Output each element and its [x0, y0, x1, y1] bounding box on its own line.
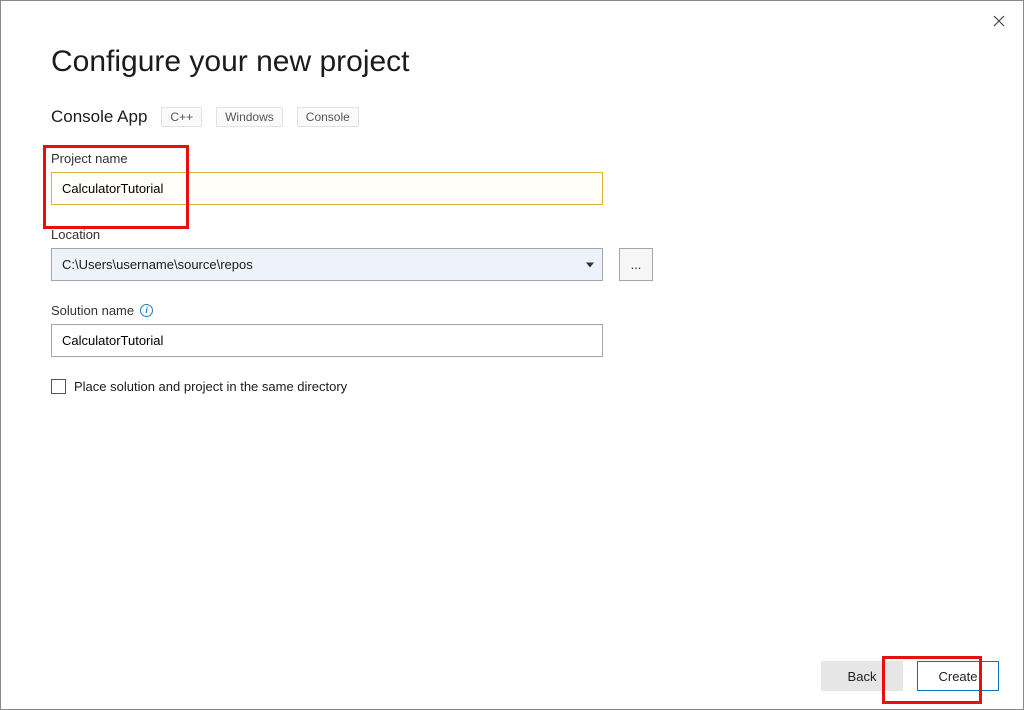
- browse-button[interactable]: ...: [619, 248, 653, 281]
- create-button-label: Create: [938, 669, 977, 684]
- project-name-input[interactable]: [51, 172, 603, 205]
- close-icon[interactable]: [989, 11, 1009, 31]
- dialog-content: Configure your new project Console App C…: [1, 1, 1023, 394]
- location-combobox[interactable]: C:\Users\username\source\repos: [51, 248, 603, 281]
- solution-name-input[interactable]: [51, 324, 603, 357]
- tag-language: C++: [161, 107, 202, 127]
- tag-platform: Windows: [216, 107, 283, 127]
- project-name-group: Project name: [51, 151, 973, 205]
- solution-name-group: Solution name i: [51, 303, 973, 357]
- location-group: Location C:\Users\username\source\repos …: [51, 227, 973, 281]
- tag-type: Console: [297, 107, 359, 127]
- location-label: Location: [51, 227, 973, 242]
- dialog-footer: Back Create: [821, 661, 999, 691]
- chevron-down-icon: [586, 262, 594, 267]
- project-name-label: Project name: [51, 151, 973, 166]
- template-info-row: Console App C++ Windows Console: [51, 107, 973, 127]
- solution-name-label-text: Solution name: [51, 303, 134, 318]
- same-directory-label: Place solution and project in the same d…: [74, 379, 347, 394]
- same-directory-row: Place solution and project in the same d…: [51, 379, 973, 394]
- location-value: C:\Users\username\source\repos: [62, 257, 253, 272]
- browse-button-label: ...: [631, 257, 642, 272]
- template-name: Console App: [51, 107, 147, 127]
- back-button[interactable]: Back: [821, 661, 903, 691]
- back-button-label: Back: [848, 669, 877, 684]
- solution-name-label: Solution name i: [51, 303, 973, 318]
- create-button[interactable]: Create: [917, 661, 999, 691]
- info-icon[interactable]: i: [140, 304, 153, 317]
- same-directory-checkbox[interactable]: [51, 379, 66, 394]
- location-row: C:\Users\username\source\repos ...: [51, 248, 973, 281]
- page-title: Configure your new project: [51, 45, 973, 79]
- configure-project-dialog: Configure your new project Console App C…: [0, 0, 1024, 710]
